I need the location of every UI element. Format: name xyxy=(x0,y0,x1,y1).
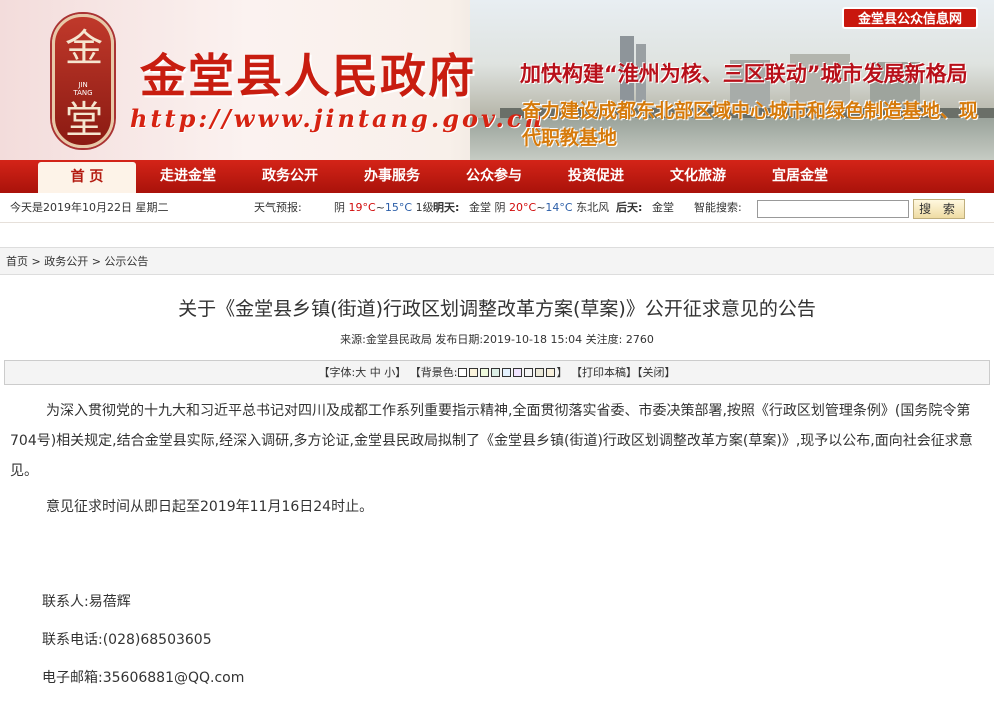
weather-label: 天气预报: xyxy=(254,201,302,214)
logo-char-top: 金 xyxy=(64,26,103,70)
bg-color-label: 【背景色: xyxy=(409,366,458,379)
nav-services[interactable]: 办事服务 xyxy=(348,160,436,193)
weather-tomorrow-place: 金堂 阴 xyxy=(469,201,506,214)
site-url: http://www.jintang.gov.cn xyxy=(130,104,545,133)
print-button[interactable]: 【打印本稿】 xyxy=(571,366,637,379)
search-input[interactable] xyxy=(757,200,909,218)
logo-en-2: TANG xyxy=(73,89,93,97)
main-nav: 首 页 走进金堂 政务公开 办事服务 公众参与 投资促进 文化旅游 宜居金堂 xyxy=(0,160,994,193)
nav-about-jintang[interactable]: 走进金堂 xyxy=(144,160,232,193)
logo-seal: 金 JIN TANG 堂 xyxy=(52,14,114,148)
slogan-line-2: 奋力建设成都东北部区域中心城市和绿色制造基地、现代职教基地 xyxy=(522,100,979,149)
font-size-control[interactable]: 【字体:大 中 小】 xyxy=(319,366,407,379)
article-meta: 来源:金堂县民政局 发布日期:2019-10-18 15:04 关注度: 276… xyxy=(340,333,654,346)
weather-tomorrow-wind: 东北风 xyxy=(576,201,610,214)
contact-email: 电子邮箱:35606881@QQ.com xyxy=(42,670,245,686)
weather-today-high: 19°C xyxy=(348,201,376,214)
bg-swatch-2[interactable] xyxy=(469,368,479,377)
bg-swatch-5[interactable] xyxy=(502,368,512,377)
nav-gov-affairs[interactable]: 政务公开 xyxy=(246,160,334,193)
search-label: 智能搜索: xyxy=(694,201,742,214)
breadcrumb[interactable]: 首页 > 政务公开 > 公示公告 xyxy=(0,247,994,275)
nav-investment[interactable]: 投资促进 xyxy=(552,160,640,193)
article-toolbar: 【字体:大 中 小】 【背景色: 】 【打印本稿】【关闭】 xyxy=(4,360,990,385)
article-title: 关于《金堂县乡镇(街道)行政区划调整改革方案(草案)》公开征求意见的公告 xyxy=(178,298,816,320)
weather-after-label: 后天: xyxy=(616,201,643,214)
nav-culture-tourism[interactable]: 文化旅游 xyxy=(654,160,742,193)
weather-tomorrow-high: 20°C xyxy=(509,201,537,214)
logo-char-bottom: 堂 xyxy=(64,98,103,142)
bg-swatch-4[interactable] xyxy=(491,368,501,377)
article-paragraph-2: 意见征求时间从即日起至2019年11月16日24时止。 xyxy=(46,499,374,515)
contact-person: 联系人:易蓓辉 xyxy=(42,594,131,610)
bg-swatch-9[interactable] xyxy=(546,368,556,377)
search-button[interactable]: 搜 索 xyxy=(913,199,965,219)
header-banner: 金 JIN TANG 堂 金堂县人民政府 http://www.jintang.g… xyxy=(0,0,994,160)
close-button[interactable]: 【关闭】 xyxy=(637,366,676,379)
weather-tomorrow-label: 明天: xyxy=(433,201,460,214)
nav-home[interactable]: 首 页 xyxy=(38,162,136,193)
nav-public-participation[interactable]: 公众参与 xyxy=(450,160,538,193)
logo-en: JIN TANG xyxy=(55,81,111,97)
logo-en-1: JIN xyxy=(78,81,88,89)
article-paragraph-1: 为深入贯彻党的十九大和习近平总书记对四川及成都工作系列重要指示精神,全面贯彻落实… xyxy=(10,403,973,479)
bg-swatch-1[interactable] xyxy=(458,368,468,377)
current-date: 今天是2019年10月22日 星期二 xyxy=(10,201,169,214)
bg-swatch-6[interactable] xyxy=(513,368,523,377)
bg-swatch-7[interactable] xyxy=(524,368,534,377)
weather-tomorrow-low: 14°C xyxy=(545,201,573,214)
bg-color-end: 】 xyxy=(556,366,568,379)
weather-today-low: 15°C xyxy=(384,201,413,214)
article-body: 为深入贯彻党的十九大和习近平总书记对四川及成都工作系列重要指示精神,全面贯彻落实… xyxy=(10,396,978,528)
bg-swatch-8[interactable] xyxy=(535,368,545,377)
weather-today-tilde: ~ xyxy=(375,201,385,214)
nav-livable-jintang[interactable]: 宜居金堂 xyxy=(756,160,844,193)
weather-tomorrow: 金堂 阴 20°C~14°C 东北风 xyxy=(469,193,609,223)
bg-swatch-3[interactable] xyxy=(480,368,490,377)
weather-today-cond: 阴 xyxy=(334,201,345,214)
weather-today: 阴 19°C~15°C 1级 xyxy=(334,193,434,223)
site-title: 金堂县人民政府 xyxy=(140,49,476,103)
slogan-line-1: 加快构建“淮州为核、三区联动”城市发展新格局 xyxy=(520,62,968,86)
contact-phone: 联系电话:(028)68503605 xyxy=(42,632,212,648)
weather-after-place: 金堂 xyxy=(652,201,674,214)
public-info-net-link[interactable]: 金堂县公众信息网 xyxy=(842,7,978,29)
weather-today-wind: 1级 xyxy=(415,201,434,214)
bg-swatches xyxy=(457,366,556,379)
